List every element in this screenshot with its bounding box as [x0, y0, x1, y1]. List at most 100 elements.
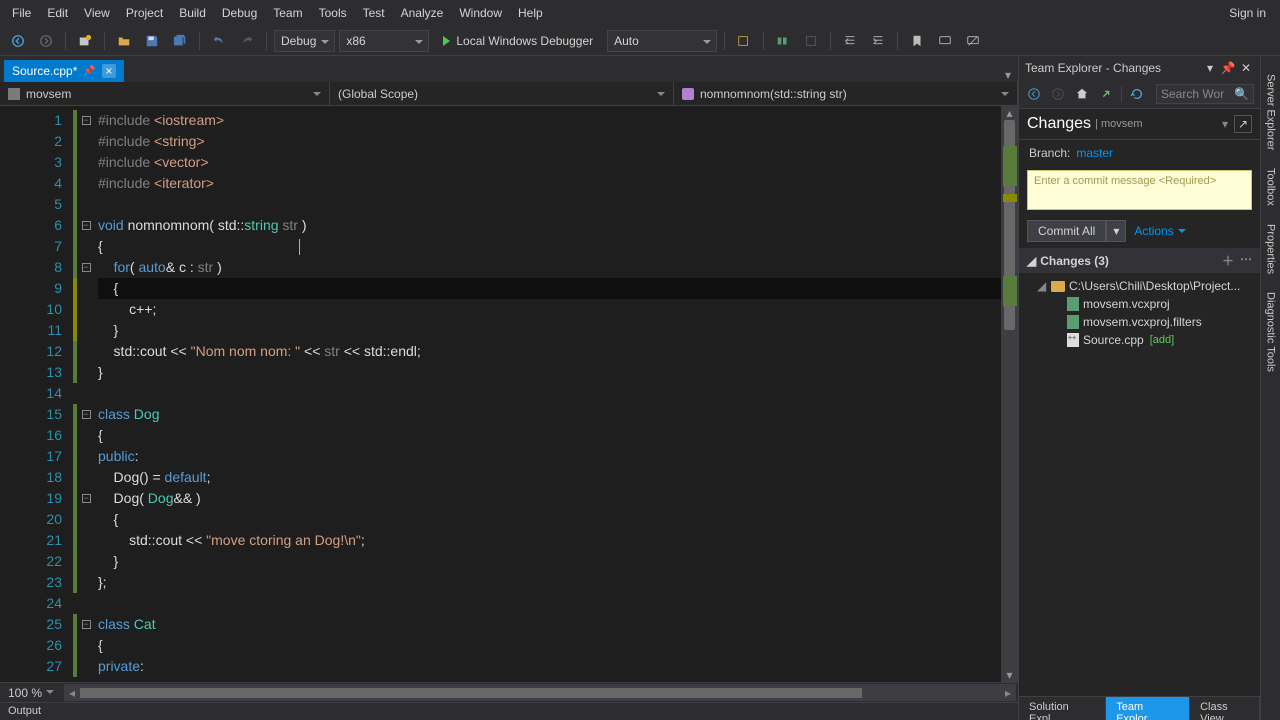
menu-team[interactable]: Team: [265, 2, 310, 24]
zoom-combo[interactable]: 100 %: [0, 686, 62, 700]
project-combo[interactable]: movsem: [0, 82, 330, 105]
menu-window[interactable]: Window: [451, 2, 510, 24]
menu-debug[interactable]: Debug: [214, 2, 265, 24]
search-icon: 🔍: [1234, 87, 1249, 101]
menu-edit[interactable]: Edit: [39, 2, 76, 24]
te-back-button[interactable]: [1025, 85, 1043, 103]
fold-toggle[interactable]: −: [82, 116, 91, 125]
tab-title: Source.cpp*: [12, 64, 77, 78]
panel-pin-icon[interactable]: 📌: [1220, 60, 1236, 76]
right-tab-diagnostic-tools[interactable]: Diagnostic Tools: [1263, 284, 1279, 380]
te-forward-button[interactable]: [1049, 85, 1067, 103]
comment-button[interactable]: [933, 30, 957, 52]
te-refresh-button[interactable]: [1128, 85, 1146, 103]
bottom-tab[interactable]: Class View: [1190, 697, 1260, 720]
tree-file[interactable]: movsem.vcxproj.filters: [1023, 313, 1256, 331]
output-panel-header[interactable]: Output: [0, 702, 1018, 720]
panel-close-icon[interactable]: ✕: [1238, 60, 1254, 76]
right-tab-toolbox[interactable]: Toolbox: [1263, 160, 1279, 214]
tree-file[interactable]: movsem.vcxproj: [1023, 295, 1256, 313]
indent-button[interactable]: [866, 30, 890, 52]
menu-tools[interactable]: Tools: [311, 2, 355, 24]
save-button[interactable]: [140, 30, 164, 52]
auto-combo[interactable]: Auto: [607, 30, 717, 52]
te-home-button[interactable]: [1073, 85, 1091, 103]
folder-icon: [1051, 281, 1065, 292]
new-project-button[interactable]: [73, 30, 97, 52]
changes-tree: ◢C:\Users\Chili\Desktop\Project... movse…: [1019, 273, 1260, 353]
te-popout-button[interactable]: ↗: [1234, 115, 1252, 133]
tree-folder[interactable]: ◢C:\Users\Chili\Desktop\Project...: [1023, 277, 1256, 295]
file-icon: [1067, 297, 1079, 311]
toolbar-icon-1[interactable]: [732, 30, 756, 52]
right-dock-tabs: Server Explorer Toolbox Properties Diagnost…: [1260, 56, 1280, 720]
bottom-tab[interactable]: Solution Expl...: [1019, 697, 1106, 720]
stage-add-icon[interactable]: ＋: [1222, 252, 1234, 269]
toolbar-icon-2[interactable]: [771, 30, 795, 52]
open-file-button[interactable]: [112, 30, 136, 52]
start-debugging-button[interactable]: Local Windows Debugger: [433, 30, 603, 52]
menu-bar: FileEditViewProjectBuildDebugTeamToolsTe…: [0, 0, 1280, 26]
changes-section-header[interactable]: ◢Changes (3) ＋⋯: [1019, 248, 1260, 273]
tool-window-tabs: Solution Expl...Team Explor...Class View: [1019, 696, 1260, 720]
menu-help[interactable]: Help: [510, 2, 551, 24]
undo-button[interactable]: [207, 30, 231, 52]
member-combo[interactable]: nomnomnom(std::string str): [674, 82, 1018, 105]
vertical-scrollbar[interactable]: ▴ ▾: [1001, 106, 1018, 682]
panel-dropdown-icon[interactable]: ▾: [1202, 60, 1218, 76]
commit-all-dropdown[interactable]: ▾: [1106, 220, 1126, 242]
tab-overflow-button[interactable]: ▾: [998, 68, 1018, 82]
fold-toggle[interactable]: −: [82, 494, 91, 503]
nav-forward-button[interactable]: [34, 30, 58, 52]
document-tab-source[interactable]: Source.cpp* 📌 ×: [4, 60, 124, 82]
fold-toggle[interactable]: −: [82, 263, 91, 272]
commit-message-input[interactable]: Enter a commit message <Required>: [1027, 170, 1252, 210]
commit-all-button[interactable]: Commit All: [1027, 220, 1106, 242]
menu-build[interactable]: Build: [171, 2, 214, 24]
menu-project[interactable]: Project: [118, 2, 171, 24]
right-tab-server-explorer[interactable]: Server Explorer: [1263, 66, 1279, 158]
line-number-gutter: 1234567891011121314151617181920212223242…: [0, 106, 72, 682]
fold-margin: − − − − − −: [78, 106, 94, 682]
team-explorer-panel: Team Explorer - Changes ▾ 📌 ✕ Search Wor…: [1018, 56, 1260, 720]
platform-combo[interactable]: x86: [339, 30, 429, 52]
toolbar-icon-3[interactable]: [799, 30, 823, 52]
file-icon: [1067, 333, 1079, 347]
menu-analyze[interactable]: Analyze: [393, 2, 452, 24]
te-connect-button[interactable]: [1097, 85, 1115, 103]
nav-back-button[interactable]: [6, 30, 30, 52]
menu-file[interactable]: File: [4, 2, 39, 24]
pin-icon[interactable]: 📌: [83, 66, 95, 77]
tree-file[interactable]: Source.cpp[add]: [1023, 331, 1256, 349]
uncomment-button[interactable]: [961, 30, 985, 52]
main-toolbar: Debug x86 Local Windows Debugger Auto: [0, 26, 1280, 56]
actions-link[interactable]: Actions: [1134, 224, 1185, 238]
te-heading: Changes: [1027, 115, 1091, 133]
te-head-dropdown[interactable]: ▾: [1222, 117, 1228, 131]
document-tabstrip: Source.cpp* 📌 × ▾: [0, 56, 1018, 82]
close-tab-button[interactable]: ×: [102, 64, 116, 78]
branch-label: Branch:: [1029, 146, 1070, 160]
bottom-tab[interactable]: Team Explor...: [1106, 697, 1190, 720]
fold-toggle[interactable]: −: [82, 410, 91, 419]
redo-button[interactable]: [235, 30, 259, 52]
fold-toggle[interactable]: −: [82, 221, 91, 230]
configuration-combo[interactable]: Debug: [274, 30, 335, 52]
menu-view[interactable]: View: [76, 2, 118, 24]
bookmark-button[interactable]: [905, 30, 929, 52]
panel-title: Team Explorer - Changes: [1025, 61, 1200, 75]
file-icon: [1067, 315, 1079, 329]
scope-combo[interactable]: (Global Scope): [330, 82, 674, 105]
te-search-input[interactable]: Search Wor🔍: [1156, 84, 1254, 104]
horizontal-scrollbar[interactable]: ◂▸: [64, 684, 1016, 701]
menu-test[interactable]: Test: [355, 2, 393, 24]
signin-link[interactable]: Sign in: [1219, 2, 1276, 24]
save-all-button[interactable]: [168, 30, 192, 52]
outdent-button[interactable]: [838, 30, 862, 52]
te-context: | movsem: [1095, 118, 1142, 130]
more-icon[interactable]: ⋯: [1240, 252, 1252, 269]
right-tab-properties[interactable]: Properties: [1263, 216, 1279, 282]
code-editor[interactable]: #include <iostream>#include <string>#inc…: [94, 106, 1001, 682]
fold-toggle[interactable]: −: [82, 620, 91, 629]
branch-link[interactable]: master: [1076, 146, 1113, 160]
